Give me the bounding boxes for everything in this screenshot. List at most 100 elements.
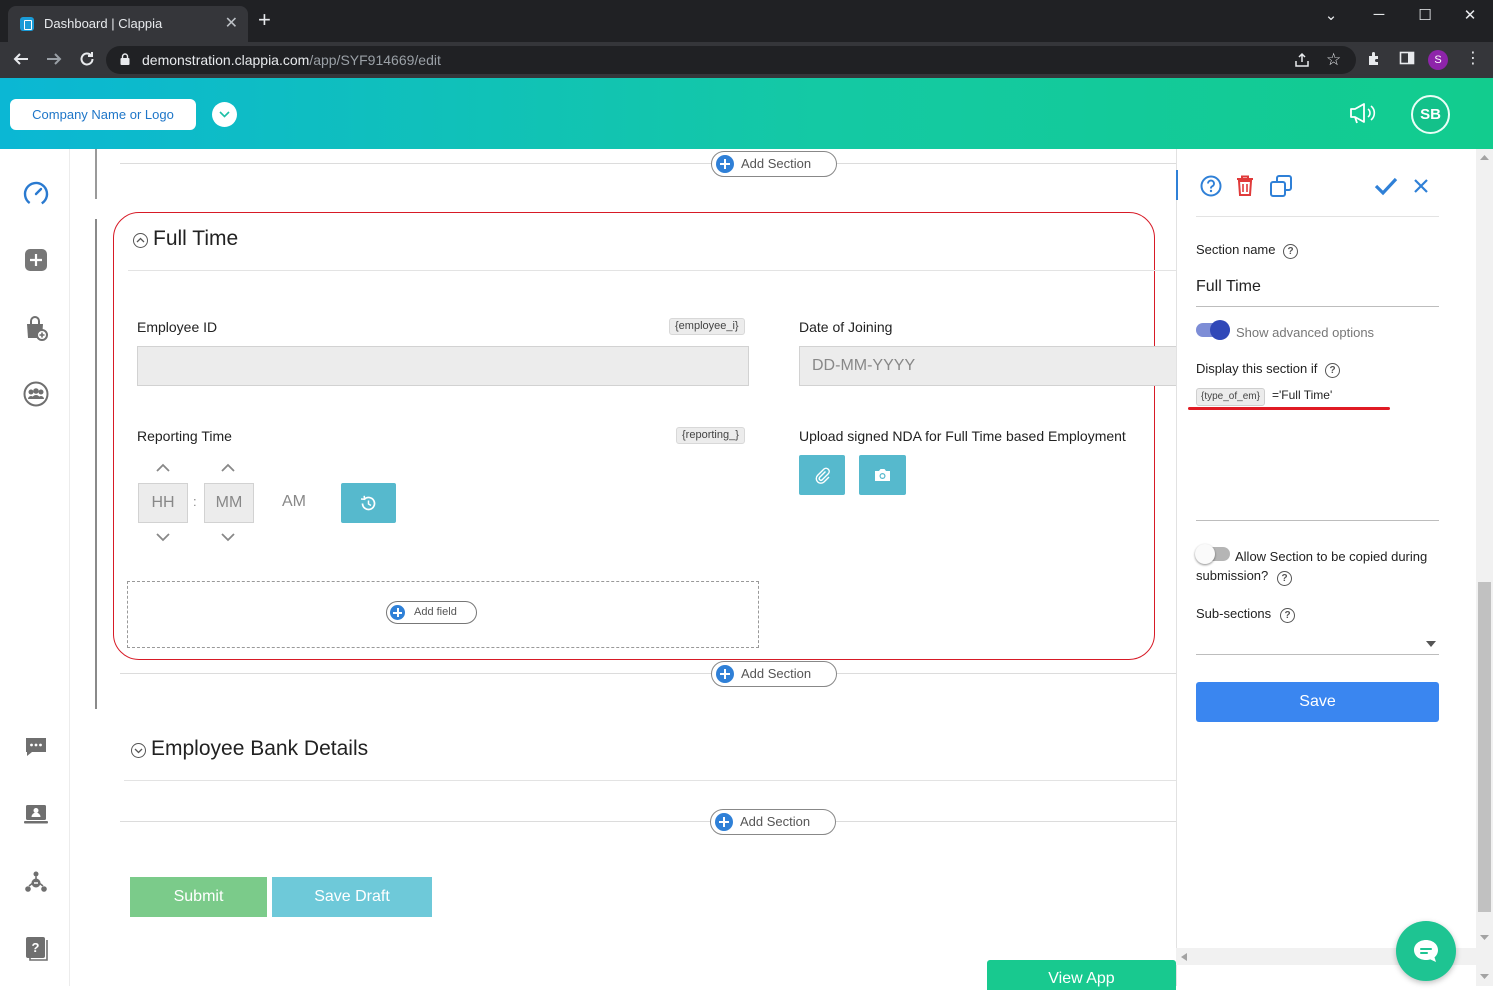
chat-icon[interactable] (22, 733, 50, 761)
address-bar[interactable]: demonstration.clappia.com/app/SYF914669/… (106, 46, 1356, 74)
scroll-left-icon[interactable] (1181, 953, 1187, 961)
time-separator: : (193, 494, 197, 509)
submit-button[interactable]: Submit (130, 877, 267, 917)
close-icon[interactable] (1413, 178, 1429, 194)
user-avatar[interactable]: SB (1411, 95, 1450, 134)
help-icon[interactable] (1200, 175, 1222, 197)
section-title[interactable]: Full Time (153, 227, 238, 251)
company-logo-button[interactable]: Company Name or Logo (10, 99, 196, 130)
chat-bubble-icon (1414, 940, 1438, 962)
reporting-time-label: Reporting Time (137, 428, 232, 444)
allow-copy-toggle[interactable] (1195, 544, 1230, 564)
reporting-time-variable-tag: {reporting_} (676, 427, 745, 444)
scroll-down-icon[interactable] (1480, 935, 1489, 941)
display-if-help-icon[interactable]: ? (1325, 363, 1340, 378)
add-section-label: Add Section (741, 156, 812, 171)
tab-close-icon[interactable]: ✕ (225, 13, 238, 33)
reload-icon[interactable] (78, 50, 96, 71)
add-app-icon[interactable] (22, 246, 50, 274)
am-pm-toggle[interactable]: AM (282, 493, 306, 511)
support-chat-button[interactable] (1396, 921, 1456, 981)
side-panel-icon[interactable] (1399, 50, 1415, 69)
minute-up-icon[interactable] (221, 463, 235, 472)
browser-tab[interactable]: Dashboard | Clappia ✕ (8, 6, 248, 42)
team-icon[interactable] (22, 380, 50, 408)
sub-sections-label: Sub-sections (1196, 606, 1272, 621)
back-icon[interactable] (12, 50, 30, 71)
bookmark-star-icon[interactable]: ☆ (1326, 51, 1341, 69)
lock-icon (120, 53, 130, 65)
section-name-help-icon[interactable]: ? (1283, 244, 1298, 259)
condition-variable-tag[interactable]: {type_of_em} (1196, 388, 1265, 406)
delete-icon[interactable] (1235, 174, 1255, 197)
section-divider (120, 821, 1176, 822)
section-name-input[interactable]: Full Time (1196, 278, 1261, 296)
hour-input[interactable]: HH (138, 483, 188, 523)
add-section-button[interactable]: Add Section (710, 809, 836, 835)
expand-icon[interactable] (131, 743, 146, 758)
camera-button[interactable] (859, 455, 906, 495)
date-of-joining-label: Date of Joining (799, 319, 893, 335)
page-scroll-down-icon[interactable] (1480, 974, 1489, 980)
allow-copy-help-icon[interactable]: ? (1277, 571, 1292, 586)
section-header-divider (124, 780, 1176, 781)
collapse-icon[interactable] (133, 233, 148, 248)
current-time-button[interactable] (341, 483, 396, 523)
profile-avatar[interactable]: S (1428, 50, 1448, 70)
duplicate-icon[interactable] (1269, 174, 1293, 198)
section-title[interactable]: Employee Bank Details (151, 737, 368, 761)
announcement-icon[interactable] (1348, 101, 1376, 125)
minute-down-icon[interactable] (221, 533, 235, 542)
help-book-icon[interactable]: ? (22, 934, 50, 962)
workplace-icon[interactable] (22, 800, 50, 828)
panel-header-divider (1196, 216, 1439, 217)
attach-file-button[interactable] (799, 455, 845, 495)
confirm-check-icon[interactable] (1374, 176, 1398, 196)
extensions-icon[interactable] (1366, 50, 1383, 70)
marketplace-icon[interactable] (22, 314, 50, 342)
add-section-button[interactable]: Add Section (711, 151, 837, 177)
company-dropdown[interactable] (212, 102, 237, 127)
svg-text:?: ? (32, 940, 40, 955)
sidebar-divider-top (95, 149, 97, 199)
condition-value[interactable]: ='Full Time' (1272, 388, 1332, 402)
save-button[interactable]: Save (1196, 682, 1439, 722)
window-close-icon[interactable]: ✕ (1455, 6, 1485, 24)
minute-input[interactable]: MM (204, 483, 254, 523)
hour-down-icon[interactable] (156, 533, 170, 542)
add-section-label: Add Section (741, 666, 812, 681)
workflow-icon[interactable] (22, 868, 50, 896)
dropdown-caret-icon (1426, 641, 1436, 647)
left-sidebar: ? (0, 149, 70, 986)
add-field-button[interactable]: Add field (386, 601, 477, 624)
scrollbar-thumb[interactable] (1478, 582, 1491, 912)
tab-search-icon[interactable]: ⌄ (1316, 6, 1346, 24)
sub-sections-select[interactable] (1196, 630, 1439, 655)
app-header: Company Name or Logo SB (0, 78, 1493, 149)
employee-id-variable-tag: {employee_i} (669, 318, 745, 335)
new-tab-icon[interactable]: + (258, 9, 271, 31)
paperclip-icon (815, 467, 830, 484)
employee-id-input[interactable] (137, 346, 749, 386)
date-placeholder: DD-MM-YYYY (812, 357, 916, 374)
condition-editor-underline (1196, 520, 1439, 521)
tab-title: Dashboard | Clappia (44, 16, 163, 31)
employee-id-label: Employee ID (137, 319, 218, 335)
minimize-icon[interactable]: ─ (1364, 6, 1394, 23)
add-section-button[interactable]: Add Section (711, 661, 837, 687)
add-field-label: Add field (414, 606, 457, 618)
sub-sections-help-icon[interactable]: ? (1280, 608, 1295, 623)
hour-up-icon[interactable] (156, 463, 170, 472)
save-draft-button[interactable]: Save Draft (272, 877, 432, 917)
maximize-icon[interactable]: ☐ (1410, 6, 1440, 24)
date-of-joining-input[interactable]: DD-MM-YYYY (799, 346, 1176, 386)
browser-menu-icon[interactable]: ⋮ (1465, 50, 1481, 68)
dashboard-icon[interactable] (22, 179, 50, 207)
add-section-label: Add Section (740, 814, 811, 829)
browser-tab-bar: Dashboard | Clappia ✕ + ⌄ ─ ☐ ✕ (0, 0, 1493, 42)
share-icon[interactable] (1294, 52, 1310, 71)
advanced-options-toggle[interactable] (1196, 320, 1230, 340)
scroll-up-icon[interactable] (1480, 154, 1489, 160)
clappia-favicon (20, 17, 34, 31)
forward-icon[interactable] (45, 50, 63, 71)
